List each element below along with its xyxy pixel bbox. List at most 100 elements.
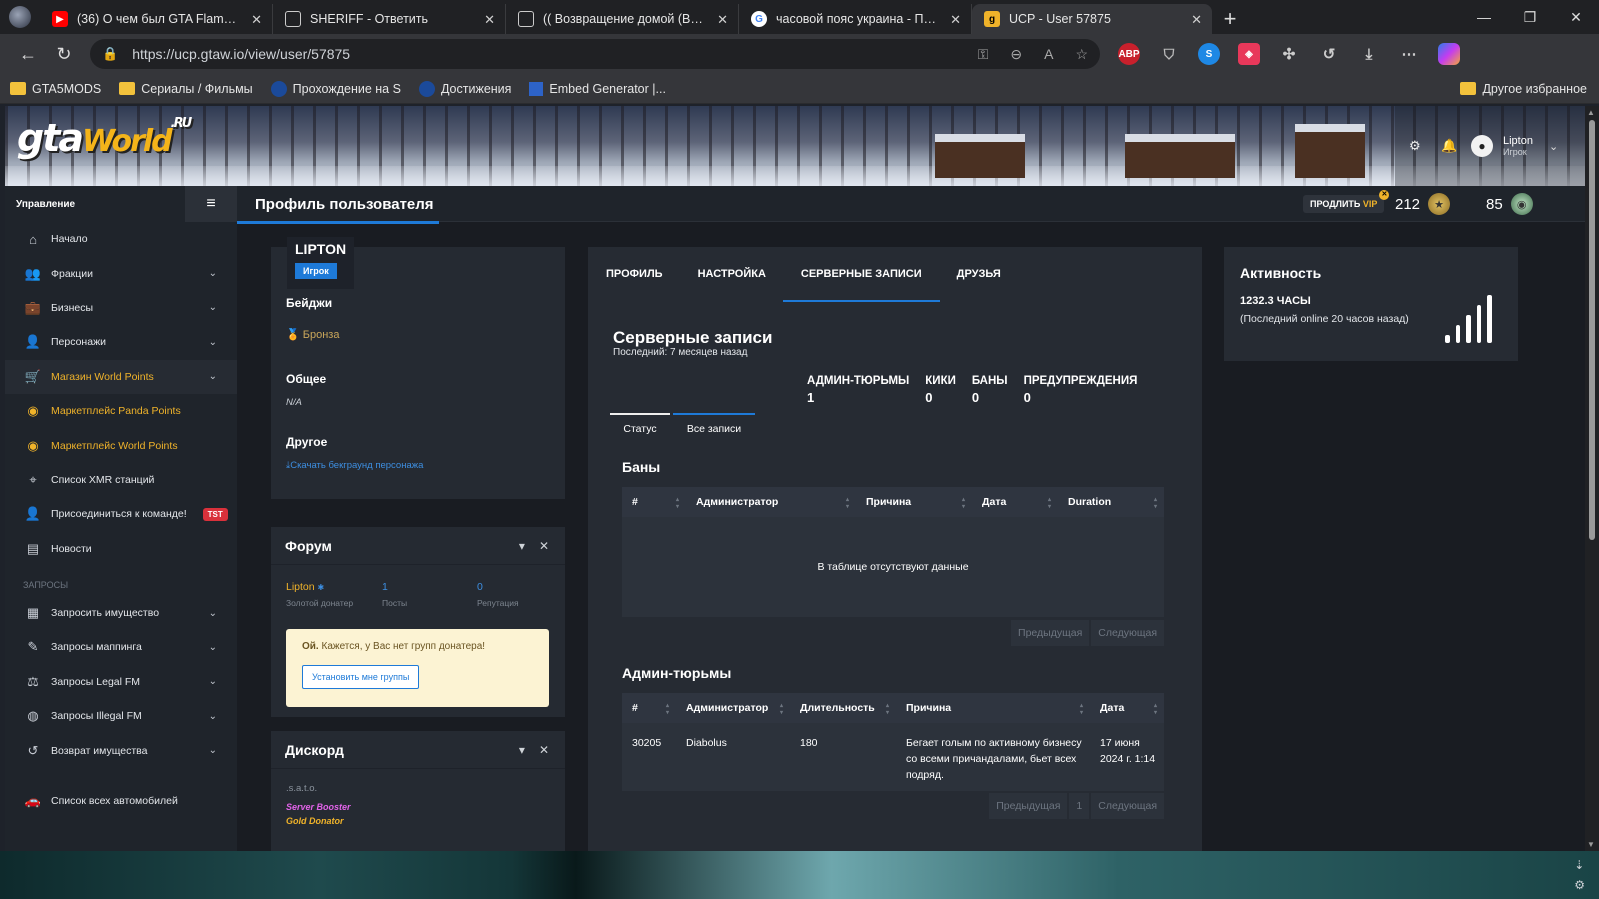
browser-tab[interactable]: (( Возвращение домой (Back Ho ✕ [506,4,739,34]
column-header[interactable]: Дата [972,496,1058,510]
restore-icon[interactable]: ❐ [1507,0,1553,34]
subtab-status[interactable]: Статус [610,413,670,443]
forum-user-link[interactable]: Lipton ✱ [286,581,353,593]
sidebar-item-vehicles[interactable]: 🚗 Список всех автомобилей [5,784,237,818]
close-tab-icon[interactable]: ✕ [717,12,728,28]
next-page-button[interactable]: Следующая [1091,793,1164,819]
bell-icon[interactable]: 🔔 [1441,138,1463,154]
minimize-icon[interactable]: — [1461,0,1507,34]
sidebar-item[interactable]: ◉ Маркетплейс World Points [5,428,237,462]
page-scrollbar[interactable]: ▲ ▼ [1585,106,1599,851]
tab-server-records[interactable]: СЕРВЕРНЫЕ ЗАПИСИ [782,247,940,302]
close-tab-icon[interactable]: ✕ [251,12,262,28]
download-background-link[interactable]: ⤓Скачать бекграунд персонажа [286,460,423,471]
sidebar-item[interactable]: ✎ Запросы маппинга ⌄ [5,630,237,664]
prev-page-button[interactable]: Предыдущая [1011,620,1090,646]
close-icon[interactable]: ✕ [539,539,549,553]
tab-profile[interactable]: ПРОФИЛЬ [606,247,663,301]
bookmark-folder[interactable]: Сериалы / Фильмы [119,82,253,96]
pin-icon[interactable]: ⇣ [1574,858,1584,872]
column-header[interactable]: Duration [1058,496,1164,510]
sidebar-item[interactable]: ◉ Маркетплейс Panda Points [5,394,237,428]
panda-points-stat[interactable]: 85 ◉ [1486,186,1533,222]
close-tab-icon[interactable]: ✕ [484,12,495,28]
zoom-icon[interactable]: ⊖ [1010,46,1022,63]
gear-icon[interactable]: ⚙ [1409,138,1431,154]
copilot-icon[interactable] [1438,43,1460,65]
back-icon[interactable]: ← [10,36,46,72]
cart-icon: 🛒 [24,368,42,384]
chevron-down-icon[interactable]: ⌄ [1549,140,1558,153]
adblock-icon[interactable]: ABP [1118,43,1140,65]
reload-icon[interactable]: ↻ [46,36,82,72]
column-header[interactable]: Причина [856,496,972,510]
sidebar-item[interactable]: ↺ Возврат имущества ⌄ [5,733,237,767]
shazam-icon[interactable]: S [1198,43,1220,65]
scroll-up-icon[interactable]: ▲ [1587,108,1595,117]
tab-settings[interactable]: НАСТРОЙКА [698,247,766,301]
new-tab-button[interactable]: + [1212,4,1248,34]
sidebar-item[interactable]: ▤ Новости [5,532,237,566]
next-page-button[interactable]: Следующая [1091,620,1164,646]
gta-world-logo[interactable]: gtaWorld.RU [17,116,192,160]
sidebar-item[interactable]: 🛒 Магазин World Points ⌄ [5,359,237,394]
sidebar-item[interactable]: 👤 Персонажи ⌄ [5,325,237,359]
url-field[interactable]: 🔒 https://ucp.gtaw.io/view/user/57875 ⚿ … [90,39,1100,69]
column-header[interactable]: Администратор [676,702,790,716]
scrollbar-thumb[interactable] [1589,120,1595,540]
sidebar-item[interactable]: ⌖ Список XMR станций [5,463,237,497]
column-header[interactable]: Дата [1090,702,1164,716]
other-bookmarks[interactable]: Другое избранное [1460,82,1587,96]
bookmark-link[interactable]: Embed Generator |... [529,81,666,96]
browser-tab[interactable]: G часовой пояс украина - Поиск в ✕ [739,4,972,34]
collapse-icon[interactable]: ▾ [519,539,525,553]
scroll-down-icon[interactable]: ▼ [1587,840,1595,849]
set-groups-button[interactable]: Установить мне группы [302,665,420,689]
world-points-stat[interactable]: 212 ★ [1395,186,1451,222]
prev-page-button[interactable]: Предыдущая [989,793,1068,819]
close-tab-icon[interactable]: ✕ [950,12,961,28]
sidebar-item[interactable]: ⌂ Начало [5,222,237,256]
more-icon[interactable]: ⋯ [1398,43,1420,65]
key-icon[interactable]: ⚿ [978,46,989,63]
sidebar-item[interactable]: 👤 Присоединиться к команде! TST [5,497,237,531]
sidebar-item[interactable]: ▦ Запросить имущество ⌄ [5,596,237,630]
collapse-icon[interactable]: ▾ [519,743,525,757]
column-header[interactable]: Причина [896,702,1090,716]
browser-tab[interactable]: SHERIFF - Ответить ✕ [273,4,506,34]
lock-icon[interactable]: 🔒 [102,46,118,62]
column-header[interactable]: # [622,702,676,716]
history-icon[interactable]: ↺ [1318,43,1340,65]
column-header[interactable]: # [622,496,686,510]
shield-icon[interactable]: ⛉ [1158,43,1180,65]
user-menu[interactable]: ⚙ 🔔 ● Lipton Игрок ⌄ [1395,106,1585,186]
close-icon[interactable]: ✕ [539,743,549,757]
settings-icon[interactable]: ⚙ [1574,878,1585,892]
column-header[interactable]: Длительность [790,702,896,716]
tab-friends[interactable]: ДРУЗЬЯ [957,247,1001,301]
bookmark-folder[interactable]: GTA5MODS [10,82,101,96]
browser-tab-active[interactable]: g UCP - User 57875 ✕ [972,4,1212,34]
sidebar-item[interactable]: ⚖ Запросы Legal FM ⌄ [5,665,237,699]
sidebar-item[interactable]: 💼 Бизнесы ⌄ [5,291,237,325]
sidebar-item[interactable]: ◍ Запросы Illegal FM ⌄ [5,699,237,733]
read-aloud-icon[interactable]: A [1044,46,1053,63]
profile-icon[interactable] [0,0,40,34]
close-window-icon[interactable]: ✕ [1553,0,1599,34]
reputation-value[interactable]: 0 [477,581,519,593]
menu-toggle-icon[interactable]: ≡ [185,186,237,222]
close-tab-icon[interactable]: ✕ [1191,12,1202,28]
sidebar-item[interactable]: 👥 Фракции ⌄ [5,256,237,290]
posts-value[interactable]: 1 [382,581,407,593]
subtab-all-records[interactable]: Все записи [673,413,755,443]
download-icon[interactable]: ⤓ [1358,43,1380,65]
extension-red-icon[interactable]: ◈ [1238,43,1260,65]
favorite-star-icon[interactable]: ☆ [1075,46,1088,63]
column-header[interactable]: Администратор [686,496,856,510]
page-number[interactable]: 1 [1069,793,1090,819]
browser-tab[interactable]: ▶ (36) О чем был GTA Flame's Stor ✕ [40,4,273,34]
puzzle-icon[interactable]: ✣ [1278,43,1300,65]
extend-vip-button[interactable]: ПРОДЛИТЬ VIP ✕ [1303,190,1390,213]
bookmark-link[interactable]: Прохождение на S [270,80,401,97]
bookmark-link[interactable]: Достижения [418,80,511,97]
